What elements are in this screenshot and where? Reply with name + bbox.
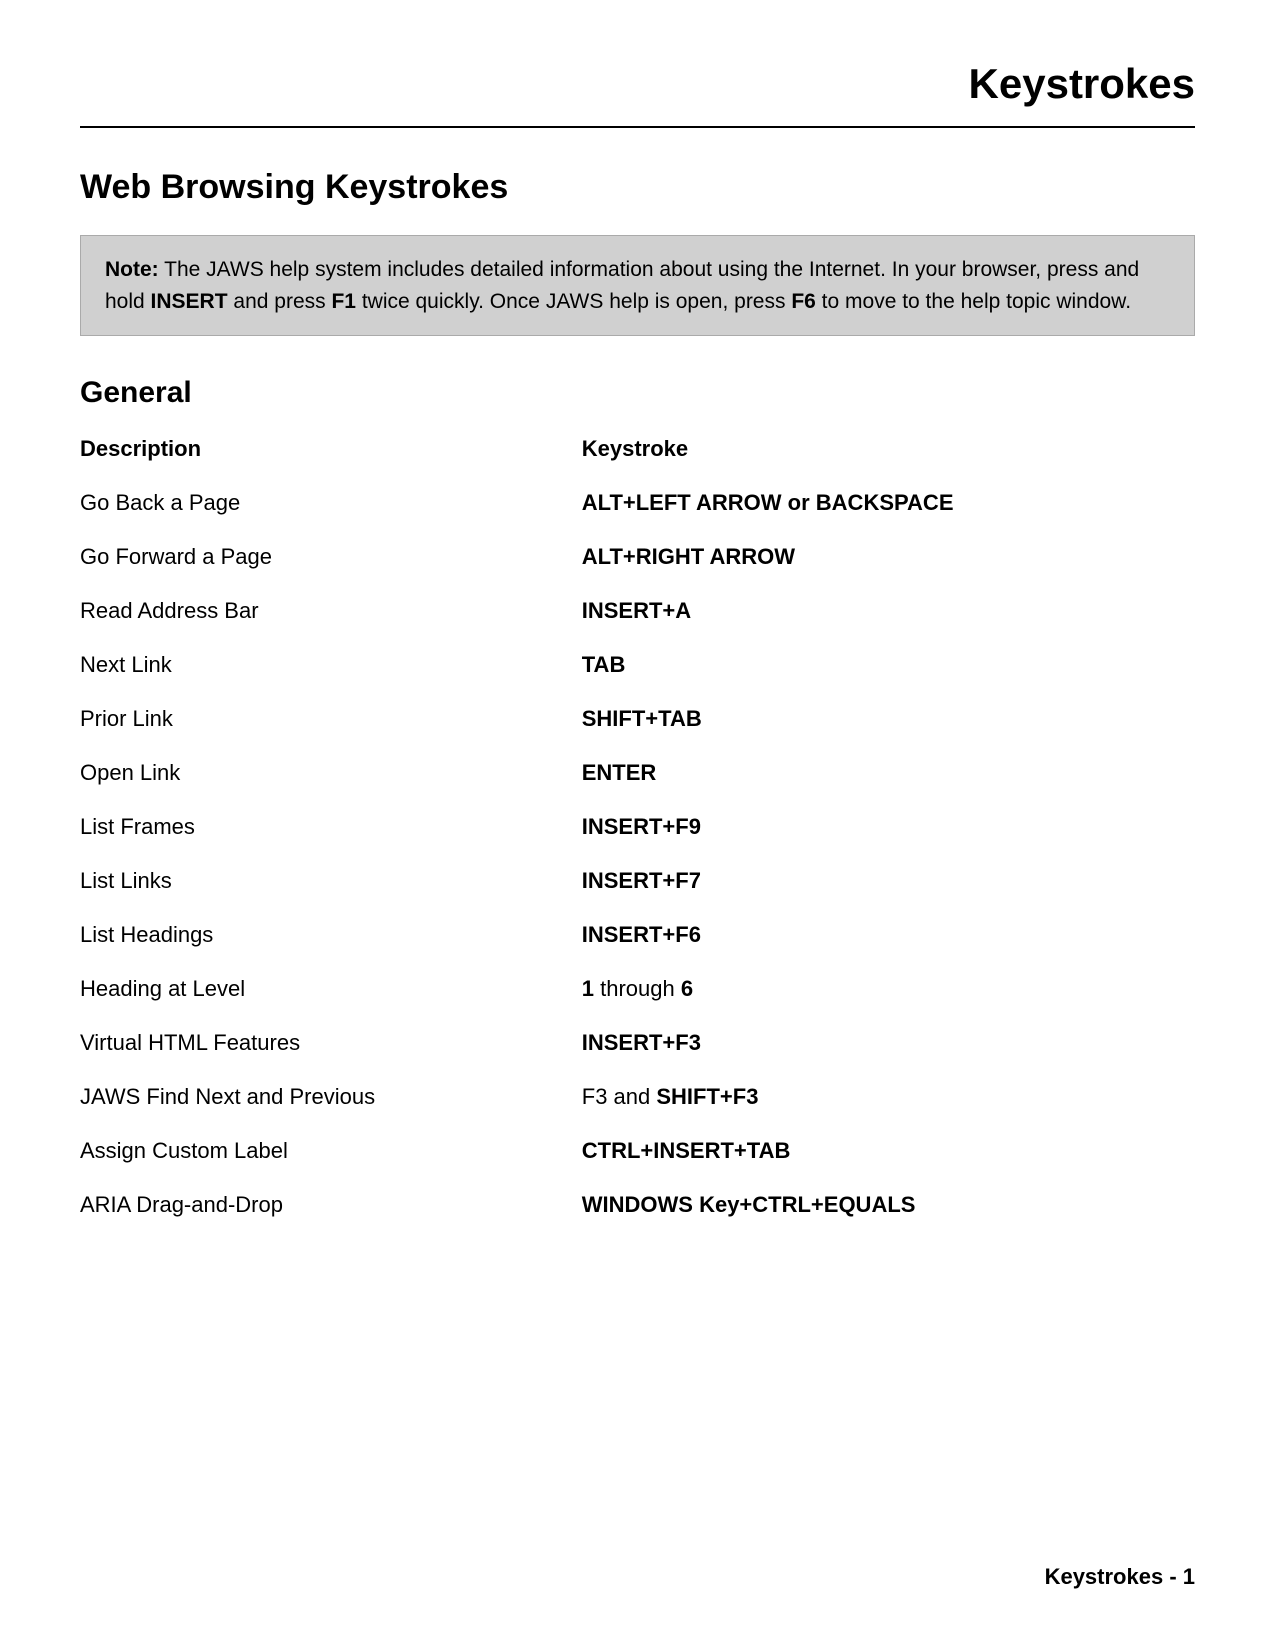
row-description: Read Address Bar bbox=[80, 584, 582, 638]
table-row: Go Forward a PageALT+RIGHT ARROW bbox=[80, 530, 1195, 584]
page-container: Keystrokes Web Browsing Keystrokes Note:… bbox=[0, 0, 1275, 1352]
row-description: List Frames bbox=[80, 800, 582, 854]
table-row: List HeadingsINSERT+F6 bbox=[80, 908, 1195, 962]
row-keystroke: ALT+LEFT ARROW or BACKSPACE bbox=[582, 476, 1195, 530]
table-row: Go Back a PageALT+LEFT ARROW or BACKSPAC… bbox=[80, 476, 1195, 530]
row-description: List Headings bbox=[80, 908, 582, 962]
row-keystroke: 1 through 6 bbox=[582, 962, 1195, 1016]
row-keystroke: CTRL+INSERT+TAB bbox=[582, 1124, 1195, 1178]
row-keystroke: TAB bbox=[582, 638, 1195, 692]
row-keystroke: INSERT+F7 bbox=[582, 854, 1195, 908]
page-footer: Keystrokes - 1 bbox=[1045, 1564, 1195, 1590]
row-description: Open Link bbox=[80, 746, 582, 800]
row-keystroke: INSERT+A bbox=[582, 584, 1195, 638]
table-row: List LinksINSERT+F7 bbox=[80, 854, 1195, 908]
footer-text: Keystrokes - 1 bbox=[1045, 1564, 1195, 1589]
col-header-keystroke: Keystroke bbox=[582, 428, 1195, 476]
keystroke-table: Description Keystroke Go Back a PageALT+… bbox=[80, 428, 1195, 1232]
note-text-3: twice quickly. Once JAWS help is open, p… bbox=[356, 290, 791, 313]
table-row: Prior LinkSHIFT+TAB bbox=[80, 692, 1195, 746]
page-title: Web Browsing Keystrokes bbox=[80, 168, 1195, 207]
table-row: Read Address BarINSERT+A bbox=[80, 584, 1195, 638]
note-box: Note: The JAWS help system includes deta… bbox=[80, 235, 1195, 336]
table-header-row: Description Keystroke bbox=[80, 428, 1195, 476]
note-text-2: and press bbox=[228, 290, 332, 313]
subsection-title: General bbox=[80, 376, 1195, 410]
note-bold-f1: F1 bbox=[331, 290, 356, 313]
row-description: Assign Custom Label bbox=[80, 1124, 582, 1178]
row-description: Virtual HTML Features bbox=[80, 1016, 582, 1070]
note-bold-f6: F6 bbox=[791, 290, 816, 313]
row-keystroke: SHIFT+TAB bbox=[582, 692, 1195, 746]
row-description: Prior Link bbox=[80, 692, 582, 746]
table-row: List FramesINSERT+F9 bbox=[80, 800, 1195, 854]
row-keystroke: INSERT+F6 bbox=[582, 908, 1195, 962]
page-header: Keystrokes bbox=[80, 60, 1195, 128]
row-keystroke: ENTER bbox=[582, 746, 1195, 800]
table-row: Next LinkTAB bbox=[80, 638, 1195, 692]
row-keystroke: INSERT+F3 bbox=[582, 1016, 1195, 1070]
row-description: List Links bbox=[80, 854, 582, 908]
row-description: Go Back a Page bbox=[80, 476, 582, 530]
note-text-4: to move to the help topic window. bbox=[816, 290, 1131, 313]
row-description: JAWS Find Next and Previous bbox=[80, 1070, 582, 1124]
col-header-description: Description bbox=[80, 428, 582, 476]
row-keystroke: INSERT+F9 bbox=[582, 800, 1195, 854]
row-description: Heading at Level bbox=[80, 962, 582, 1016]
row-keystroke: ALT+RIGHT ARROW bbox=[582, 530, 1195, 584]
page-header-title: Keystrokes bbox=[969, 60, 1195, 107]
row-keystroke: WINDOWS Key+CTRL+EQUALS bbox=[582, 1178, 1195, 1232]
table-row: Virtual HTML FeaturesINSERT+F3 bbox=[80, 1016, 1195, 1070]
table-row: Open LinkENTER bbox=[80, 746, 1195, 800]
table-row: JAWS Find Next and PreviousF3 and SHIFT+… bbox=[80, 1070, 1195, 1124]
row-keystroke: F3 and SHIFT+F3 bbox=[582, 1070, 1195, 1124]
row-description: ARIA Drag-and-Drop bbox=[80, 1178, 582, 1232]
table-row: Heading at Level1 through 6 bbox=[80, 962, 1195, 1016]
note-label: Note: bbox=[105, 258, 159, 281]
row-description: Go Forward a Page bbox=[80, 530, 582, 584]
table-row: ARIA Drag-and-DropWINDOWS Key+CTRL+EQUAL… bbox=[80, 1178, 1195, 1232]
row-description: Next Link bbox=[80, 638, 582, 692]
table-row: Assign Custom LabelCTRL+INSERT+TAB bbox=[80, 1124, 1195, 1178]
note-bold-insert: INSERT bbox=[151, 290, 228, 313]
